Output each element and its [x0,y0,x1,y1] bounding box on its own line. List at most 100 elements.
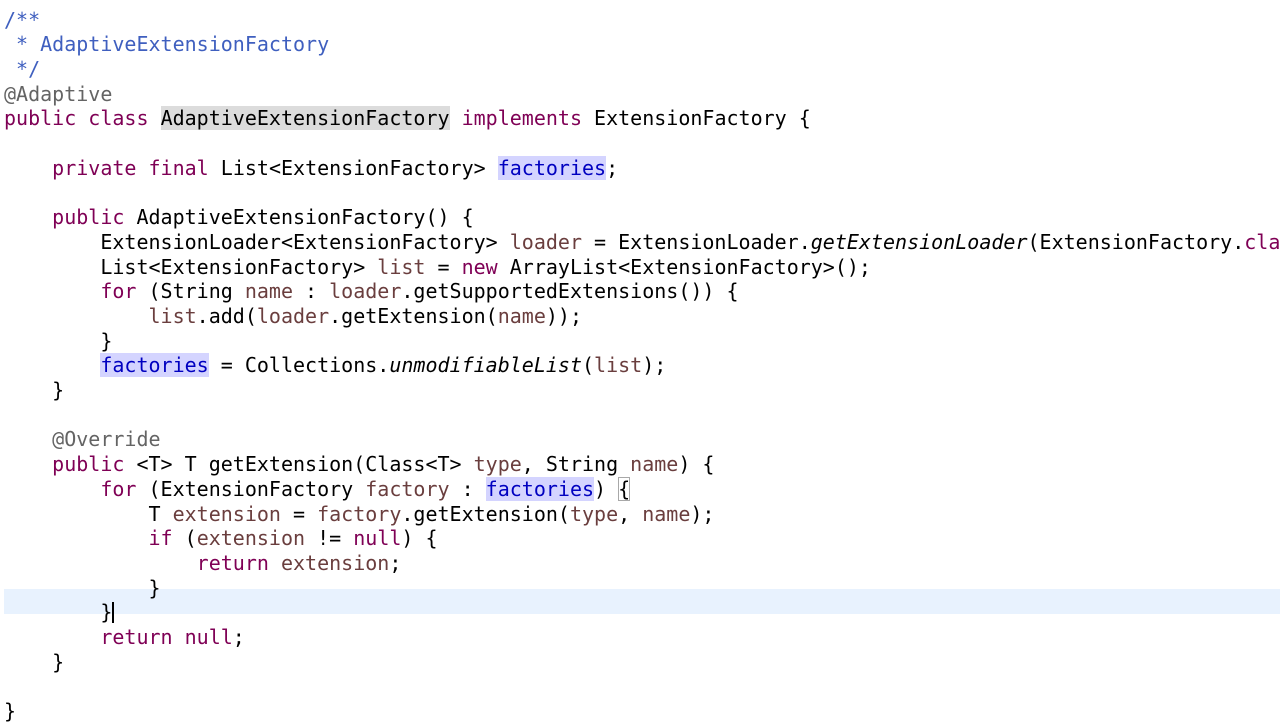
keyword-token: null [353,526,402,551]
code-token: ; [389,550,402,575]
code-token: (ExtensionFactory [136,476,366,501]
code-line[interactable]: factories = Collections.unmodifiableList… [4,353,666,378]
code-token: = [280,501,318,526]
code-line[interactable]: T extension = factory.getExtension(type,… [4,502,714,527]
code-line[interactable]: } [4,650,64,675]
variable-token: name [630,452,679,477]
code-token: ; [232,625,245,649]
code-token: getExtensionLoader [810,229,1028,254]
keyword-token: class [1244,229,1280,254]
code-token: ( [581,353,595,378]
keyword-token: class [88,106,149,131]
comment-token: /** [4,7,41,32]
text-cursor [112,602,115,624]
keyword-token: for [100,476,137,501]
code-token: , String [521,452,631,477]
keyword-token: private [52,155,137,180]
code-line[interactable]: /** [4,8,40,33]
code-line[interactable]: @Override [4,427,161,452]
variable-token: type [569,501,619,526]
variable-token: list [377,254,426,279]
code-token: .getExtension( [329,303,498,328]
matching-bracket: { [618,476,631,501]
annotation-token: @Adaptive [4,81,113,106]
code-token: ) [594,476,619,501]
code-token: , [618,501,643,526]
code-line[interactable]: private final List<ExtensionFactory> fac… [4,155,619,181]
occurrence-highlight: factories [497,155,607,180]
code-line[interactable]: public <T> T getExtension(Class<T> type,… [4,452,714,477]
variable-token: list [594,353,643,378]
code-line[interactable]: for (ExtensionFactory factory : factorie… [4,476,631,502]
code-token: } [4,649,65,674]
keyword-token: implements [461,106,583,131]
code-line[interactable]: public class AdaptiveExtensionFactory im… [4,106,811,131]
code-line[interactable]: List<ExtensionFactory> list = new ArrayL… [4,255,871,280]
code-line[interactable]: public AdaptiveExtensionFactory() { [4,205,474,230]
code-token: .getSupportedExtensions()) { [401,279,739,304]
annotation-token: @Override [52,427,161,452]
code-token: : [293,279,330,304]
code-token: T [4,501,173,526]
keyword-token: return [196,550,269,575]
code-token: != [305,526,354,551]
code-line[interactable]: if (extension != null) { [4,526,438,551]
code-token: } [4,575,161,600]
code-token: <T> T getExtension(Class<T> [124,452,474,477]
comment-token: */ [4,56,41,81]
code-line[interactable]: } [4,600,115,625]
code-line[interactable]: return extension; [4,550,402,576]
code-token: )); [545,303,583,328]
occurrence-highlight: factories [485,476,595,501]
code-line[interactable]: } [4,575,161,601]
keyword-token: return [100,625,173,649]
selected-word: AdaptiveExtensionFactory [160,106,450,131]
code-line[interactable]: ExtensionLoader<ExtensionFactory> loader… [4,230,1280,255]
code-token: ) { [678,452,715,477]
code-line[interactable]: } [4,378,64,403]
variable-token: name [642,501,691,526]
code-token: } [4,699,17,723]
occurrence-highlight: factories [100,353,209,378]
variable-token: loader [329,279,402,304]
keyword-token: public [4,106,77,131]
code-line[interactable]: } [4,329,112,354]
code-editor[interactable]: /** * AdaptiveExtensionFactory */@Adapti… [0,0,1280,723]
code-token: ); [642,353,667,378]
code-token: List<ExtensionFactory> [4,254,378,279]
keyword-token: new [461,254,498,279]
code-token: (ExtensionFactory. [1027,229,1245,254]
code-line[interactable]: @Adaptive [4,82,112,107]
variable-token: name [244,279,293,304]
keyword-token: null [184,625,233,649]
variable-token: loader [509,229,582,254]
keyword-token: if [148,526,173,551]
code-line[interactable]: for (String name : loader.getSupportedEx… [4,279,739,304]
code-token: = Collections. [208,353,390,378]
code-token: ); [690,501,715,526]
variable-token: factory [317,501,402,526]
code-line[interactable]: return null; [4,625,245,650]
variable-token: loader [256,303,330,328]
code-line[interactable]: * AdaptiveExtensionFactory [4,32,329,57]
code-token: } [4,378,65,402]
code-token: ( [172,526,197,551]
code-line[interactable]: list.add(loader.getExtension(name)); [4,303,583,329]
code-token: AdaptiveExtensionFactory() { [124,205,474,230]
code-line[interactable]: */ [4,57,40,82]
code-line[interactable]: } [4,699,16,723]
variable-token: factory [365,476,450,501]
code-token: : [449,476,486,501]
code-token: ; [606,155,619,180]
